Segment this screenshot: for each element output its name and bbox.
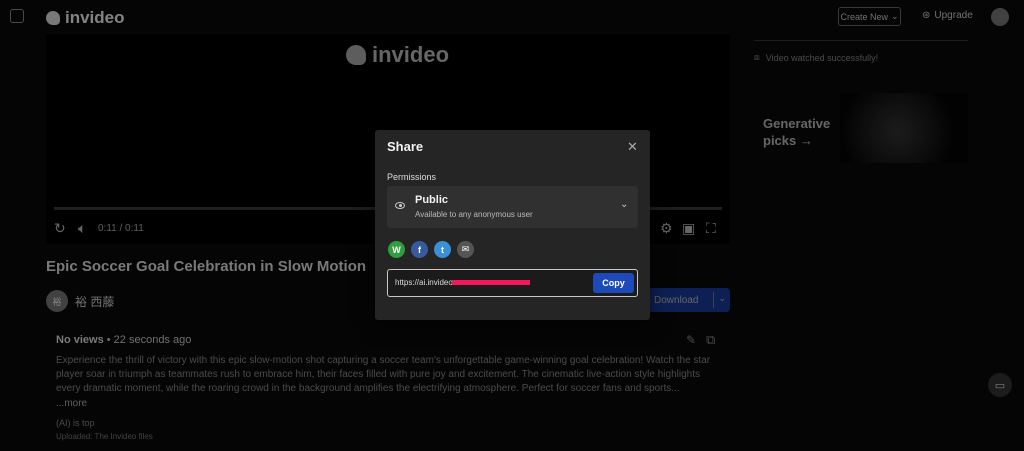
chevron-down-icon: ⌄ (620, 199, 629, 210)
close-icon[interactable]: ✕ (627, 139, 638, 155)
redaction-bar (452, 280, 530, 285)
permission-title: Public (415, 194, 449, 206)
eye-icon (395, 202, 405, 209)
share-link-field[interactable]: https://ai.invideo Copy (387, 269, 638, 297)
permission-select[interactable]: Public Available to any anonymous user ⌄ (387, 186, 638, 228)
share-dialog: Share ✕ Permissions Public Available to … (375, 130, 650, 320)
whatsapp-icon[interactable]: W (388, 241, 405, 258)
share-dialog-title: Share (387, 139, 424, 154)
facebook-icon[interactable]: f (411, 241, 428, 258)
share-link-text[interactable]: https://ai.invideo (395, 278, 453, 287)
permission-subtitle: Available to any anonymous user (415, 210, 533, 219)
email-icon[interactable]: ✉ (457, 241, 474, 258)
permissions-label: Permissions (387, 172, 437, 182)
twitter-icon[interactable]: t (434, 241, 451, 258)
copy-button[interactable]: Copy (593, 273, 634, 293)
